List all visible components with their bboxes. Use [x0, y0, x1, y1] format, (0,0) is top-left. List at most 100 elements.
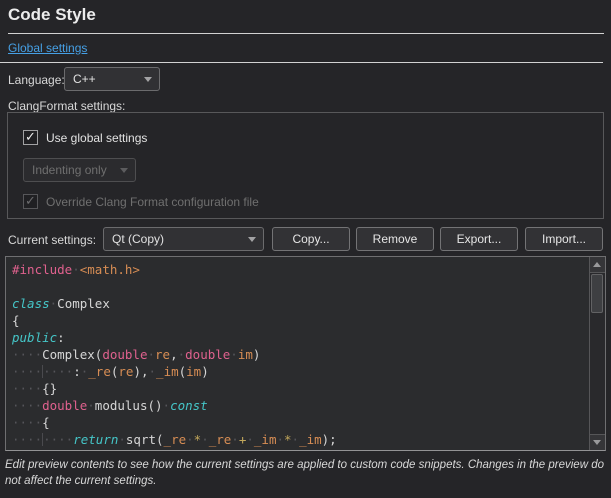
code-lines: #include·<math.h>class·Complex{public:··…: [6, 257, 605, 448]
code-token-pun: ,: [170, 347, 178, 362]
chevron-down-icon: [120, 168, 128, 173]
code-token-kw: public: [12, 330, 57, 345]
footer-note: Edit preview contents to see how the cur…: [5, 458, 606, 489]
code-token-type: double: [42, 398, 87, 413]
scroll-up-button[interactable]: [590, 257, 605, 273]
code-token-ws: ·: [149, 364, 157, 379]
code-line: ········return·sqrt(_re·*·_re·+·_im·*·_i…: [12, 431, 585, 448]
code-token-pun: {: [12, 313, 20, 328]
code-token-ws: ····: [12, 398, 42, 413]
code-token-pun: {: [42, 415, 50, 430]
code-token-id: _re: [88, 364, 111, 379]
checkbox-checked-icon[interactable]: ✓: [23, 130, 38, 145]
code-token-pun: );: [322, 432, 337, 447]
code-token-id: re: [155, 347, 170, 362]
code-token-ws: ·: [178, 347, 186, 362]
checkbox-checked-icon[interactable]: ✓: [23, 194, 38, 209]
code-token-ws: ·: [87, 398, 95, 413]
code-token-op: *: [284, 432, 292, 447]
code-token-id: im: [238, 347, 253, 362]
code-token-pun: ): [201, 364, 209, 379]
code-line: ········:·_re(re),·_im(im): [12, 363, 585, 380]
code-token-pp: #include: [12, 262, 72, 277]
code-token-ws: ····: [12, 415, 42, 430]
code-token-ws: ····: [43, 364, 73, 379]
code-token-pun: Complex(: [42, 347, 102, 362]
arrow-up-icon: [593, 262, 601, 267]
code-token-pun: ),: [133, 364, 148, 379]
code-token-pun: {}: [42, 381, 57, 396]
code-token-fn: modulus: [95, 398, 148, 413]
code-token-pun: :: [57, 330, 65, 345]
global-settings-link[interactable]: Global settings: [8, 41, 87, 55]
code-token-kw: const: [170, 398, 208, 413]
code-token-ws: ·: [246, 432, 254, 447]
code-token-ws: ·: [72, 262, 80, 277]
code-line: [12, 278, 585, 295]
clangformat-groupbox: ✓ Use global settings Indenting only ✓ O…: [7, 112, 604, 219]
code-token-id: _re: [209, 432, 232, 447]
remove-button[interactable]: Remove: [356, 227, 434, 251]
override-clang-format-checkbox[interactable]: ✓ Override Clang Format configuration fi…: [23, 194, 259, 209]
current-settings-dropdown[interactable]: Qt (Copy): [103, 227, 264, 251]
use-global-settings-checkbox[interactable]: ✓ Use global settings: [23, 130, 147, 145]
import-button[interactable]: Import...: [525, 227, 603, 251]
code-token-pun: (): [147, 398, 162, 413]
code-line: ····{}: [12, 380, 585, 397]
code-token-id: _im: [156, 364, 179, 379]
code-token-kw: class: [12, 296, 50, 311]
export-button[interactable]: Export...: [440, 227, 518, 251]
code-token-ws: ·: [276, 432, 284, 447]
code-token-ws: ·: [292, 432, 300, 447]
code-token-ws: ·: [163, 398, 171, 413]
indenting-mode-dropdown-value: Indenting only: [32, 163, 107, 177]
code-token-pun: ): [253, 347, 261, 362]
code-line: ····Complex(double·re,·double·im): [12, 346, 585, 363]
language-dropdown-value: C++: [73, 72, 96, 86]
scrollbar-thumb[interactable]: [591, 274, 603, 313]
code-token-ws: ·: [186, 432, 194, 447]
code-token-id: im: [186, 364, 201, 379]
chevron-down-icon: [144, 77, 152, 82]
code-token-pun: :: [73, 364, 81, 379]
vertical-scrollbar[interactable]: [589, 257, 605, 450]
code-token-ws: ·: [230, 347, 238, 362]
code-line: class·Complex: [12, 295, 585, 312]
code-line: ····{: [12, 414, 585, 431]
code-style-settings-page: { "colors": { "page_background": "#25252…: [0, 0, 611, 498]
code-line: #include·<math.h>: [12, 261, 585, 278]
current-settings-dropdown-value: Qt (Copy): [112, 232, 164, 246]
code-line: ····double·modulus()·const: [12, 397, 585, 414]
code-token-ws: ····: [12, 381, 42, 396]
code-token-type: double: [185, 347, 230, 362]
code-token-ws: ·: [231, 432, 239, 447]
arrow-down-icon: [593, 440, 601, 445]
scroll-down-button[interactable]: [590, 434, 605, 450]
language-label: Language:: [8, 73, 65, 87]
title-separator: [8, 33, 604, 34]
code-token-type: double: [102, 347, 147, 362]
code-line: public:: [12, 329, 585, 346]
code-token-ws: ····: [43, 432, 73, 447]
code-token-id: re: [118, 364, 133, 379]
code-token-ws: ····: [12, 347, 42, 362]
code-preview-editor[interactable]: #include·<math.h>class·Complex{public:··…: [5, 256, 606, 451]
language-dropdown[interactable]: C++: [64, 67, 160, 91]
code-token-fn: sqrt: [126, 432, 156, 447]
code-token-ws: ·: [118, 432, 126, 447]
code-token-pun: Complex: [57, 296, 110, 311]
chevron-down-icon: [248, 237, 256, 242]
code-token-ws: ·: [201, 432, 209, 447]
current-settings-label: Current settings:: [8, 233, 96, 247]
override-clang-format-label: Override Clang Format configuration file: [46, 195, 259, 209]
code-token-id: _im: [299, 432, 322, 447]
code-token-ws: ····: [12, 364, 42, 379]
clangformat-settings-label: ClangFormat settings:: [8, 99, 125, 113]
copy-button[interactable]: Copy...: [272, 227, 350, 251]
header-separator: [0, 62, 603, 63]
indenting-mode-dropdown[interactable]: Indenting only: [23, 158, 136, 182]
use-global-settings-label: Use global settings: [46, 131, 147, 145]
page-title: Code Style: [8, 5, 96, 25]
code-token-id: _re: [164, 432, 187, 447]
code-token-pun: (: [156, 432, 164, 447]
